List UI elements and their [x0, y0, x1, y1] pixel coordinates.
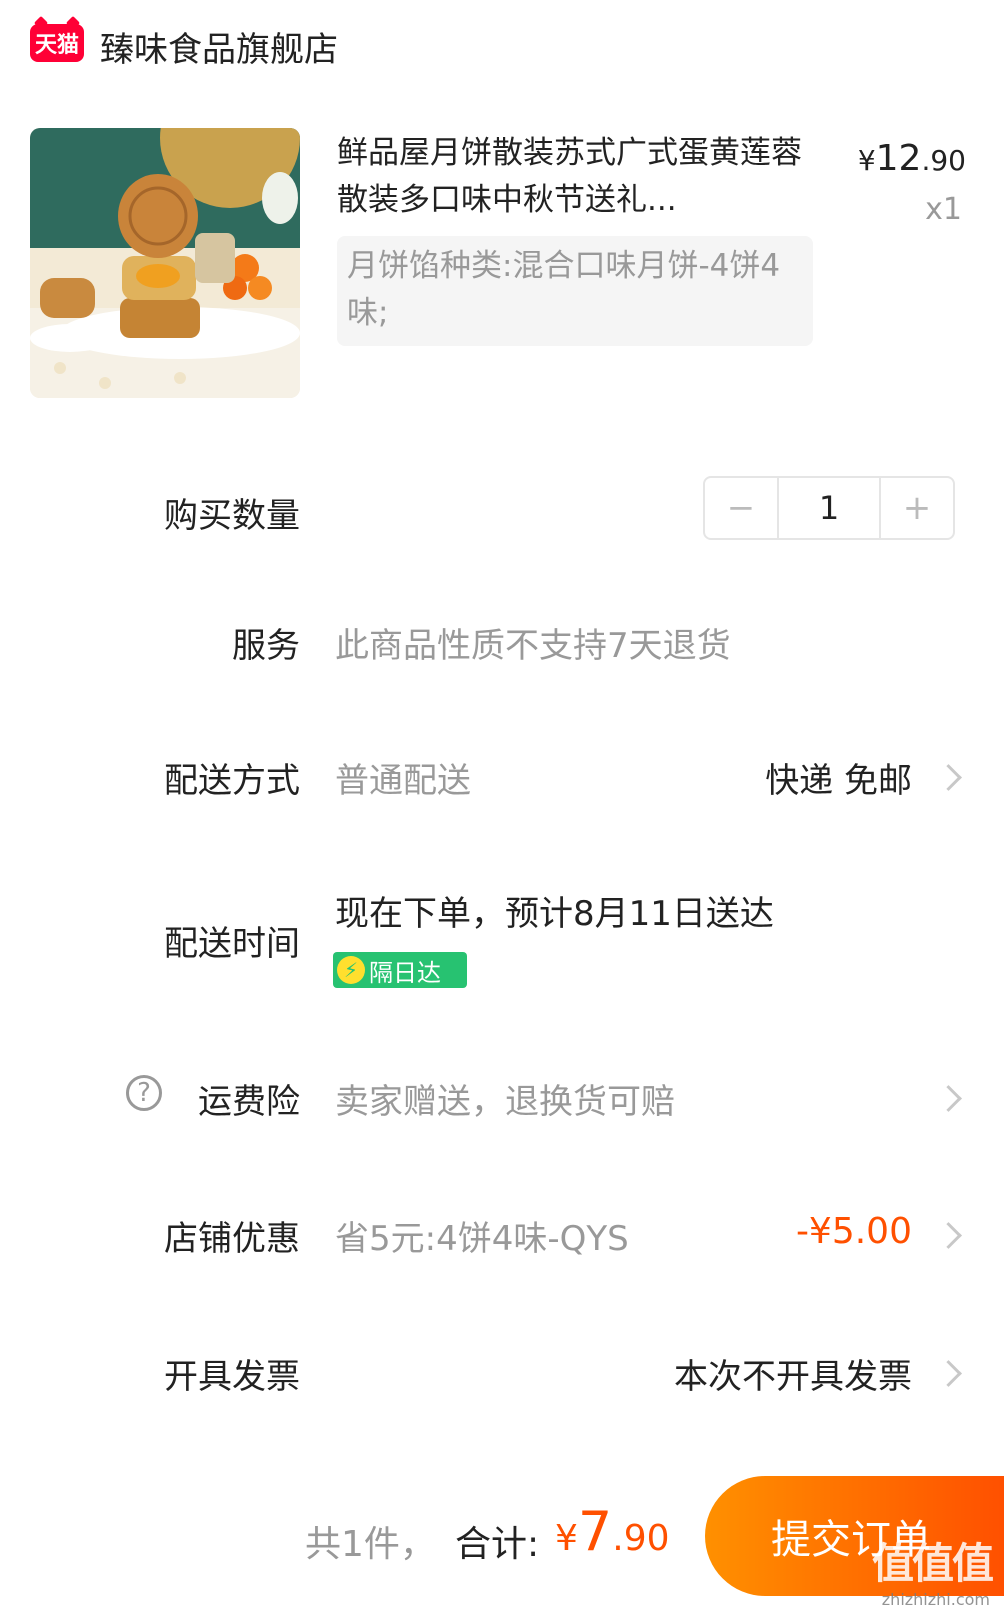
store-name[interactable]: 臻味食品旗舰店 [100, 22, 338, 71]
chevron-right-icon[interactable] [935, 1360, 962, 1387]
mooncake-image [30, 128, 300, 398]
lightning-icon: ⚡ [337, 956, 365, 984]
badge-text: 隔日达 [369, 958, 441, 987]
delivery-time-label: 配送时间 [164, 924, 300, 964]
chevron-right-icon[interactable] [935, 1085, 962, 1112]
invoice-value[interactable]: 本次不开具发票 [674, 1349, 912, 1398]
shipping-label: 配送方式 [164, 761, 300, 801]
product-price: ¥12.90 [858, 138, 966, 179]
total-currency: ¥ [555, 1518, 578, 1559]
sku-text: 月饼馅种类:混合口味月饼-4饼4味; [347, 248, 781, 331]
total-decimal: .90 [612, 1518, 670, 1559]
insurance-label: 运费险 [198, 1082, 300, 1122]
shipping-value: 普通配送 [335, 761, 471, 801]
insurance-value: 卖家赠送，退换货可赔 [335, 1082, 675, 1122]
shipping-method[interactable]: 快递 免邮 [765, 753, 912, 802]
quantity-stepper[interactable]: − 1 + [703, 476, 955, 540]
total-price: ¥7.90 [555, 1500, 670, 1563]
watermark-url: zhizhizhi.com [881, 1590, 990, 1609]
quantity-value[interactable]: 1 [777, 478, 881, 538]
price-integer: 12 [875, 138, 922, 179]
product-quantity: x1 [925, 192, 962, 227]
product-image[interactable] [30, 128, 300, 398]
discount-label: 店铺优惠 [164, 1219, 300, 1259]
decrement-button[interactable]: − [705, 478, 777, 538]
chevron-right-icon[interactable] [935, 1222, 962, 1249]
next-day-badge: ⚡ 隔日达 [333, 952, 467, 988]
chevron-right-icon[interactable] [935, 764, 962, 791]
product-title[interactable]: 鲜品屋月饼散装苏式广式蛋黄莲蓉散装多口味中秋节送礼... [337, 130, 807, 224]
increment-button[interactable]: + [881, 478, 953, 538]
service-value: 此商品性质不支持7天退货 [335, 626, 731, 666]
discount-value: 省5元:4饼4味-QYS [335, 1219, 629, 1259]
total-label: 合计: [455, 1524, 540, 1565]
discount-amount[interactable]: -¥5.00 [796, 1211, 912, 1252]
total-integer: 7 [577, 1500, 613, 1563]
watermark: 值值值 [871, 1539, 994, 1588]
quantity-label: 购买数量 [164, 496, 300, 536]
service-label: 服务 [232, 626, 300, 666]
invoice-label: 开具发票 [164, 1357, 300, 1397]
price-currency: ¥ [857, 144, 876, 177]
delivery-time-value: 现在下单，预计8月11日送达 [335, 894, 774, 934]
item-count: 共1件， [305, 1524, 436, 1565]
price-decimal: .90 [921, 144, 966, 177]
tmall-logo: 天猫 [30, 24, 84, 62]
